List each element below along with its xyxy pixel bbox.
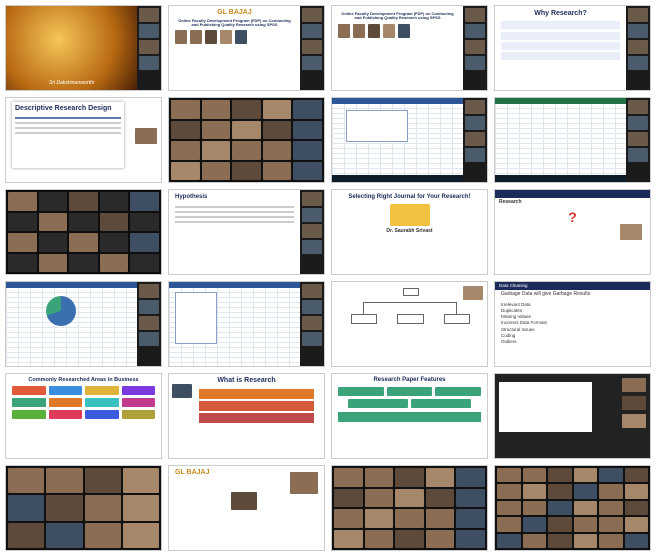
participant-strip: [137, 282, 161, 366]
video-gallery: [332, 466, 487, 550]
speaker-photos: [169, 30, 300, 45]
video-gallery: [495, 466, 650, 550]
fdp-title-slide: GL BAJAJ Online Faculty Development Prog…: [169, 6, 300, 90]
tile-research-question-slide: Research ?: [495, 190, 650, 274]
participant-strip: [463, 98, 487, 182]
tile-gallery-view-1: [169, 98, 324, 182]
video-gallery: [6, 190, 161, 274]
participant-strip: [626, 98, 650, 182]
hypothesis-title: Hypothesis: [175, 194, 208, 200]
journal-title: Selecting Right Journal for Your Researc…: [348, 194, 471, 200]
journal-slide: Selecting Right Journal for Your Researc…: [332, 190, 487, 274]
what-is-research-title: What is Research: [217, 377, 276, 384]
video-gallery: [6, 466, 161, 550]
spss-output-window: [6, 282, 137, 366]
why-research-slide: Why Research?: [495, 6, 626, 90]
taskbar: [332, 175, 463, 182]
fdp-title-slide: Online Faculty Development Program (FDP)…: [332, 6, 463, 90]
research-diagram: [332, 282, 487, 366]
tile-gallery-view-5: [495, 466, 650, 550]
spss-window: [332, 98, 463, 182]
tile-goddess-slide: Sri Dakshinamoorthi: [6, 6, 161, 90]
video-with-chart: [495, 374, 650, 458]
gl-bajaj-gallery: GL BAJAJ: [169, 466, 324, 550]
video-gallery: [169, 98, 324, 182]
descriptive-design-slide: Descriptive Research Design: [6, 98, 161, 182]
participant-strip: [626, 6, 650, 90]
tile-spss-variable-view: [169, 282, 324, 366]
taskbar: [495, 175, 626, 182]
tile-gl-bajaj-gallery: GL BAJAJ: [169, 466, 324, 550]
what-is-research-slide: What is Research: [169, 374, 324, 458]
presenter-name: Dr. Saurabh Srivast: [386, 227, 433, 234]
data-cleaning-slide: Data Cleaning Garbage Data will give Gar…: [495, 282, 650, 366]
tile-research-diagram: [332, 282, 487, 366]
screenshot-collage: Sri Dakshinamoorthi GL BAJAJ Online Facu…: [0, 0, 656, 556]
hypothesis-slide: Hypothesis: [169, 190, 300, 274]
tile-spreadsheet: [495, 98, 650, 182]
tile-fdp-title-slide-2: Online Faculty Development Program (FDP)…: [332, 6, 487, 90]
spss-variable-view: [169, 282, 300, 366]
data-cleaning-title: Data Cleaning: [495, 282, 650, 290]
tile-hypothesis-slide: Hypothesis: [169, 190, 324, 274]
business-areas-slide: Commonly Researched Areas in Business: [6, 374, 161, 458]
why-research-title: Why Research?: [534, 10, 587, 17]
goddess-caption: Sri Dakshinamoorthi: [48, 79, 95, 86]
participant-strip: [137, 6, 161, 90]
tile-spss-window: [332, 98, 487, 182]
business-areas-title: Commonly Researched Areas in Business: [28, 377, 139, 383]
participant-strip: [300, 190, 324, 274]
data-spreadsheet: [495, 98, 626, 182]
paper-features-title: Research Paper Features: [373, 377, 446, 383]
question-mark: ?: [568, 208, 577, 225]
tile-gallery-view-2: [6, 190, 161, 274]
tile-why-research-slide: Why Research?: [495, 6, 650, 90]
goddess-image: Sri Dakshinamoorthi: [6, 6, 137, 90]
list-item: Outliers: [501, 339, 517, 345]
tile-what-is-research-slide: What is Research: [169, 374, 324, 458]
data-cleaning-list: Irrelevant Data Duplicates Missing Value…: [495, 300, 650, 348]
pie-chart: [46, 296, 76, 326]
speaker-photos: [332, 23, 463, 38]
tile-gallery-graph: [495, 374, 650, 458]
tile-descriptive-design-slide: Descriptive Research Design: [6, 98, 161, 182]
tile-fdp-title-slide: GL BAJAJ Online Faculty Development Prog…: [169, 6, 324, 90]
paper-features-slide: Research Paper Features: [332, 374, 487, 458]
participant-strip: [463, 6, 487, 90]
tile-gallery-view-3: [6, 466, 161, 550]
research-question-slide: Research ?: [495, 190, 650, 274]
fdp-title: Online Faculty Development Program (FDP)…: [341, 11, 454, 21]
tile-spss-pie-chart: [6, 282, 161, 366]
research-label: Research: [499, 199, 522, 205]
tile-data-cleaning-slide: Data Cleaning Garbage Data will give Gar…: [495, 282, 650, 366]
participant-strip: [300, 6, 324, 90]
tile-business-areas-slide: Commonly Researched Areas in Business: [6, 374, 161, 458]
fdp-title: Online Faculty Development Program (FDP)…: [178, 17, 291, 28]
tile-journal-slide: Selecting Right Journal for Your Researc…: [332, 190, 487, 274]
participant-strip: [300, 282, 324, 366]
brand-logo: GL BAJAJ: [217, 9, 252, 16]
data-cleaning-subtitle: Garbage Data will give Garbage Results: [501, 291, 591, 297]
tile-paper-features-slide: Research Paper Features: [332, 374, 487, 458]
descriptive-design-title: Descriptive Research Design: [15, 105, 112, 112]
tile-gallery-view-4: [332, 466, 487, 550]
